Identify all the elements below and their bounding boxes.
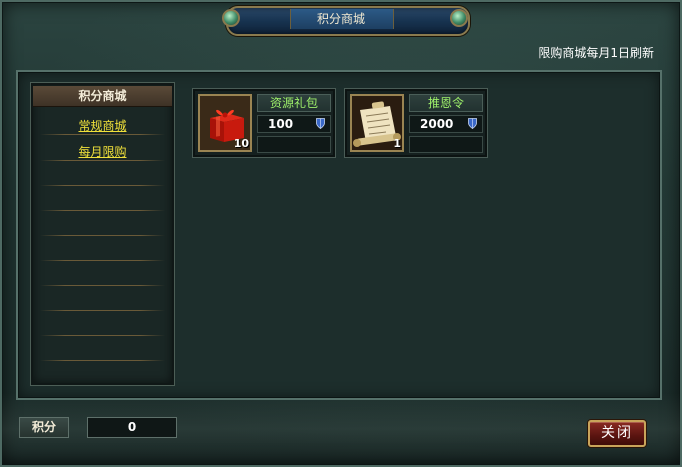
ornament-right-icon [450,9,468,27]
points-label: 积分 [19,417,69,438]
sidebar-item-regular-shop[interactable]: 常规商城 [33,118,172,134]
sidebar-header-label: 积分商城 [78,89,127,103]
item-quantity: 1 [393,137,401,150]
sidebar-divider [40,260,165,261]
item-price: 100 [257,115,331,133]
shop-item-card[interactable]: 10 资源礼包 100 [193,89,335,157]
item-price-value: 100 [268,117,294,131]
sidebar-divider [40,310,165,311]
sidebar-divider [40,235,165,236]
points-value: 0 [87,417,177,438]
shield-icon [468,118,477,129]
gift-box-icon[interactable]: 10 [198,94,252,152]
ornament-left-icon [222,9,240,27]
item-price: 2000 [409,115,483,133]
refresh-notice: 限购商城每月1日刷新 [538,46,654,60]
shop-item-card[interactable]: 1 推恩令 2000 [345,89,487,157]
sidebar-divider [40,285,165,286]
sidebar-divider [40,160,165,161]
window-title: 积分商城 [316,12,365,26]
item-price-value: 2000 [420,117,454,131]
sidebar-divider [40,335,165,336]
sidebar-divider [40,360,165,361]
shield-icon [316,118,325,129]
item-quantity: 10 [233,137,249,150]
sidebar-divider [40,210,165,211]
sidebar-item-monthly-limited[interactable]: 每月限购 [33,144,172,160]
item-extra-slot [257,136,331,153]
close-button[interactable]: 关闭 [588,420,646,447]
scroll-icon[interactable]: 1 [350,94,404,152]
item-name: 推恩令 [409,94,483,112]
item-name: 资源礼包 [257,94,331,112]
sidebar-divider [40,134,165,135]
item-extra-slot [409,136,483,153]
sidebar-divider [40,185,165,186]
